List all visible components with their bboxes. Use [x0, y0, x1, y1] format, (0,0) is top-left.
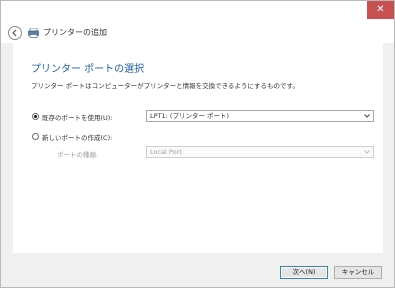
new-port-label[interactable]: 新しいポートの作成(C): — [42, 132, 112, 142]
title-bar: ✕ プリンターの追加 — [1, 1, 394, 43]
port-type-label: ポートの種類: — [57, 151, 99, 159]
chevron-down-icon — [364, 150, 370, 154]
existing-port-value: LPT1: (プリンター ポート) — [150, 112, 230, 120]
port-type-dropdown[interactable]: Local Port — [146, 146, 374, 158]
wizard-content: プリンター ポートの選択 プリンター ポートはコンピューターがプリンターと情報を… — [13, 43, 383, 253]
back-button[interactable] — [8, 26, 22, 40]
existing-port-dropdown[interactable]: LPT1: (プリンター ポート) — [146, 110, 374, 122]
port-type-value: Local Port — [150, 148, 182, 156]
existing-port-radio[interactable] — [32, 113, 39, 120]
back-arrow-icon — [12, 29, 17, 37]
cancel-button[interactable]: キャンセル — [334, 266, 382, 279]
next-button[interactable]: 次へ(N) — [280, 266, 328, 279]
page-heading: プリンター ポートの選択 — [31, 64, 145, 75]
wizard-title: プリンターの追加 — [43, 28, 107, 37]
existing-port-label[interactable]: 既存のポートを使用(U): — [42, 112, 113, 122]
add-printer-window: ✕ プリンターの追加 プリンター ポートの選択 プリンター ポートはコンピュータ… — [0, 0, 395, 288]
printer-icon — [28, 28, 39, 38]
close-icon: ✕ — [376, 4, 385, 15]
chevron-down-icon — [364, 114, 370, 118]
close-button[interactable]: ✕ — [367, 1, 394, 19]
new-port-radio[interactable] — [32, 133, 39, 140]
page-description: プリンター ポートはコンピューターがプリンターと情報を交換できるようにするもので… — [31, 82, 299, 90]
